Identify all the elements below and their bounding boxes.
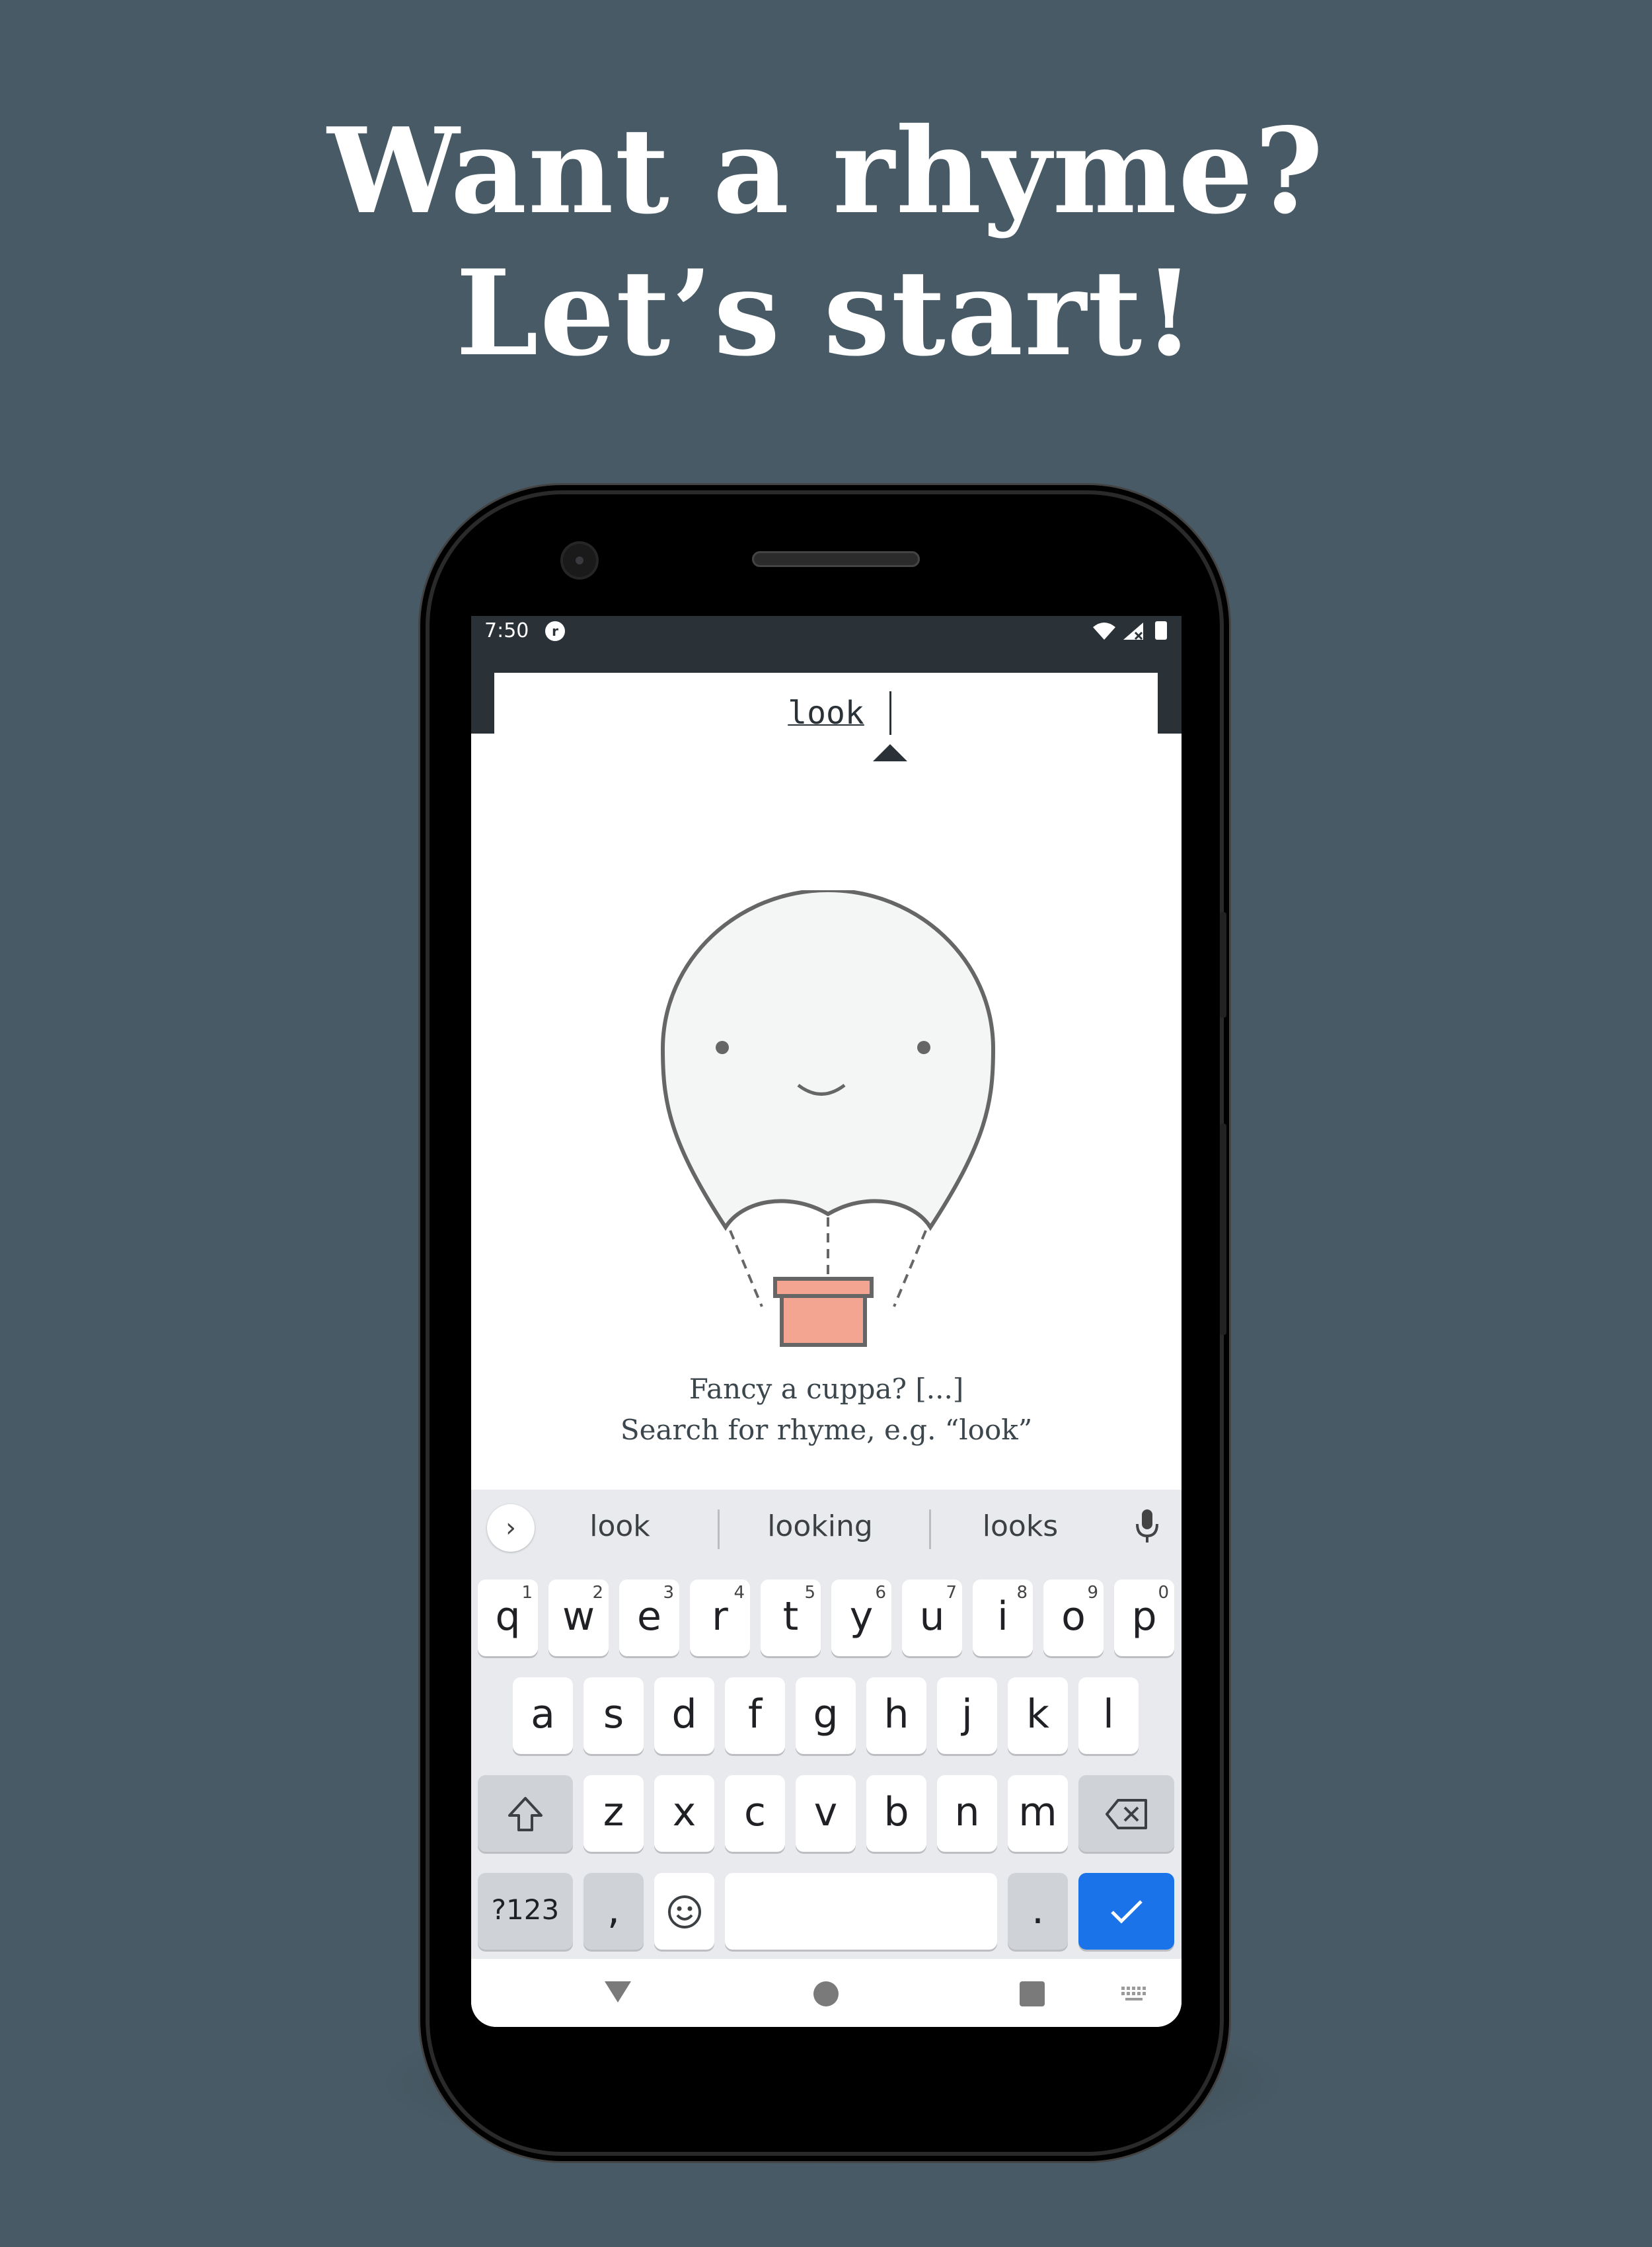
key-n[interactable]: n — [937, 1775, 997, 1852]
shift-key[interactable] — [478, 1775, 573, 1852]
volume-button — [1220, 912, 1226, 1018]
suggestion-1[interactable]: look — [524, 1509, 716, 1543]
key-s[interactable]: s — [583, 1677, 644, 1754]
home-button[interactable] — [813, 1981, 839, 2006]
key-d[interactable]: d — [654, 1677, 714, 1754]
balloon-right-eye — [917, 1041, 930, 1054]
text-cursor — [889, 691, 891, 735]
signal-icon — [1123, 623, 1143, 640]
key-m[interactable]: m — [1008, 1775, 1068, 1852]
symbols-key[interactable]: ?123 — [478, 1873, 573, 1950]
backspace-key[interactable] — [1078, 1775, 1174, 1852]
enter-key[interactable] — [1078, 1873, 1174, 1950]
suggestion-3[interactable]: looks — [924, 1509, 1116, 1543]
key-f[interactable]: f — [725, 1677, 785, 1754]
search-input-value: look — [788, 695, 864, 732]
key-k[interactable]: k — [1008, 1677, 1068, 1754]
period-key[interactable]: . — [1008, 1873, 1068, 1950]
key-g[interactable]: g — [796, 1677, 856, 1754]
keyboard-switch-icon[interactable] — [1120, 1985, 1149, 2002]
comma-key[interactable]: , — [583, 1873, 644, 1950]
key-p[interactable]: p0 — [1114, 1580, 1174, 1656]
caption-line-2: Search for rhyme, e.g. “look” — [620, 1414, 1033, 1446]
key-t[interactable]: t5 — [761, 1580, 821, 1656]
suggestion-strip: › look looking looks — [471, 1490, 1182, 1568]
search-bar: look — [471, 646, 1182, 761]
back-icon[interactable] — [603, 1979, 632, 2005]
cursor-handle[interactable] — [873, 744, 907, 761]
key-o[interactable]: o9 — [1043, 1580, 1104, 1656]
wifi-icon — [1093, 623, 1115, 640]
status-bar: 7:50 r — [471, 616, 1182, 646]
earpiece-speaker — [752, 551, 920, 567]
balloon-left-eye — [716, 1041, 729, 1054]
basket-icon — [773, 1277, 874, 1347]
key-q[interactable]: q1 — [478, 1580, 538, 1656]
app-notification-icon: r — [545, 621, 565, 641]
suggestion-2[interactable]: looking — [724, 1509, 916, 1543]
navigation-bar — [471, 1959, 1182, 2027]
key-i[interactable]: i8 — [973, 1580, 1033, 1656]
checkmark-icon — [1110, 1900, 1143, 1924]
balloon-rope-left — [729, 1230, 763, 1307]
on-screen-keyboard: › look looking looks q1 w2 e3 r4 t5 y6 u… — [471, 1490, 1182, 1959]
microphone-icon[interactable] — [1135, 1508, 1159, 1545]
key-w[interactable]: w2 — [548, 1580, 609, 1656]
balloon-illustration — [660, 890, 996, 1307]
key-l[interactable]: l — [1078, 1677, 1139, 1754]
backspace-icon — [1105, 1799, 1147, 1830]
suggestion-divider — [718, 1509, 720, 1549]
key-a[interactable]: a — [513, 1677, 573, 1754]
key-b[interactable]: b — [866, 1775, 926, 1852]
key-y[interactable]: y6 — [831, 1580, 891, 1656]
key-e[interactable]: e3 — [619, 1580, 679, 1656]
key-r[interactable]: r4 — [690, 1580, 750, 1656]
front-camera — [563, 544, 596, 577]
balloon-rope-right — [893, 1230, 927, 1307]
headline-line-2: Let’s start! — [455, 244, 1197, 382]
status-time: 7:50 — [484, 619, 529, 642]
search-input[interactable]: look — [494, 673, 1158, 761]
key-c[interactable]: c — [725, 1775, 785, 1852]
shift-icon — [508, 1797, 543, 1832]
power-button — [1220, 1124, 1226, 1335]
headline-line-1: Want a rhyme? — [327, 102, 1325, 240]
key-j[interactable]: j — [937, 1677, 997, 1754]
key-h[interactable]: h — [866, 1677, 926, 1754]
phone-screen: 7:50 r look Fancy a cuppa? [...] Search … — [471, 616, 1182, 2027]
emoji-icon — [667, 1895, 701, 1929]
balloon-envelope — [660, 890, 996, 1231]
caption-line-1: Fancy a cuppa? [...] — [689, 1373, 964, 1405]
key-v[interactable]: v — [796, 1775, 856, 1852]
key-u[interactable]: u7 — [902, 1580, 962, 1656]
battery-icon — [1155, 621, 1167, 640]
key-x[interactable]: x — [654, 1775, 714, 1852]
emoji-key[interactable] — [654, 1873, 714, 1950]
key-z[interactable]: z — [583, 1775, 644, 1852]
recent-apps-button[interactable] — [1020, 1981, 1045, 2006]
space-key[interactable] — [725, 1873, 997, 1950]
